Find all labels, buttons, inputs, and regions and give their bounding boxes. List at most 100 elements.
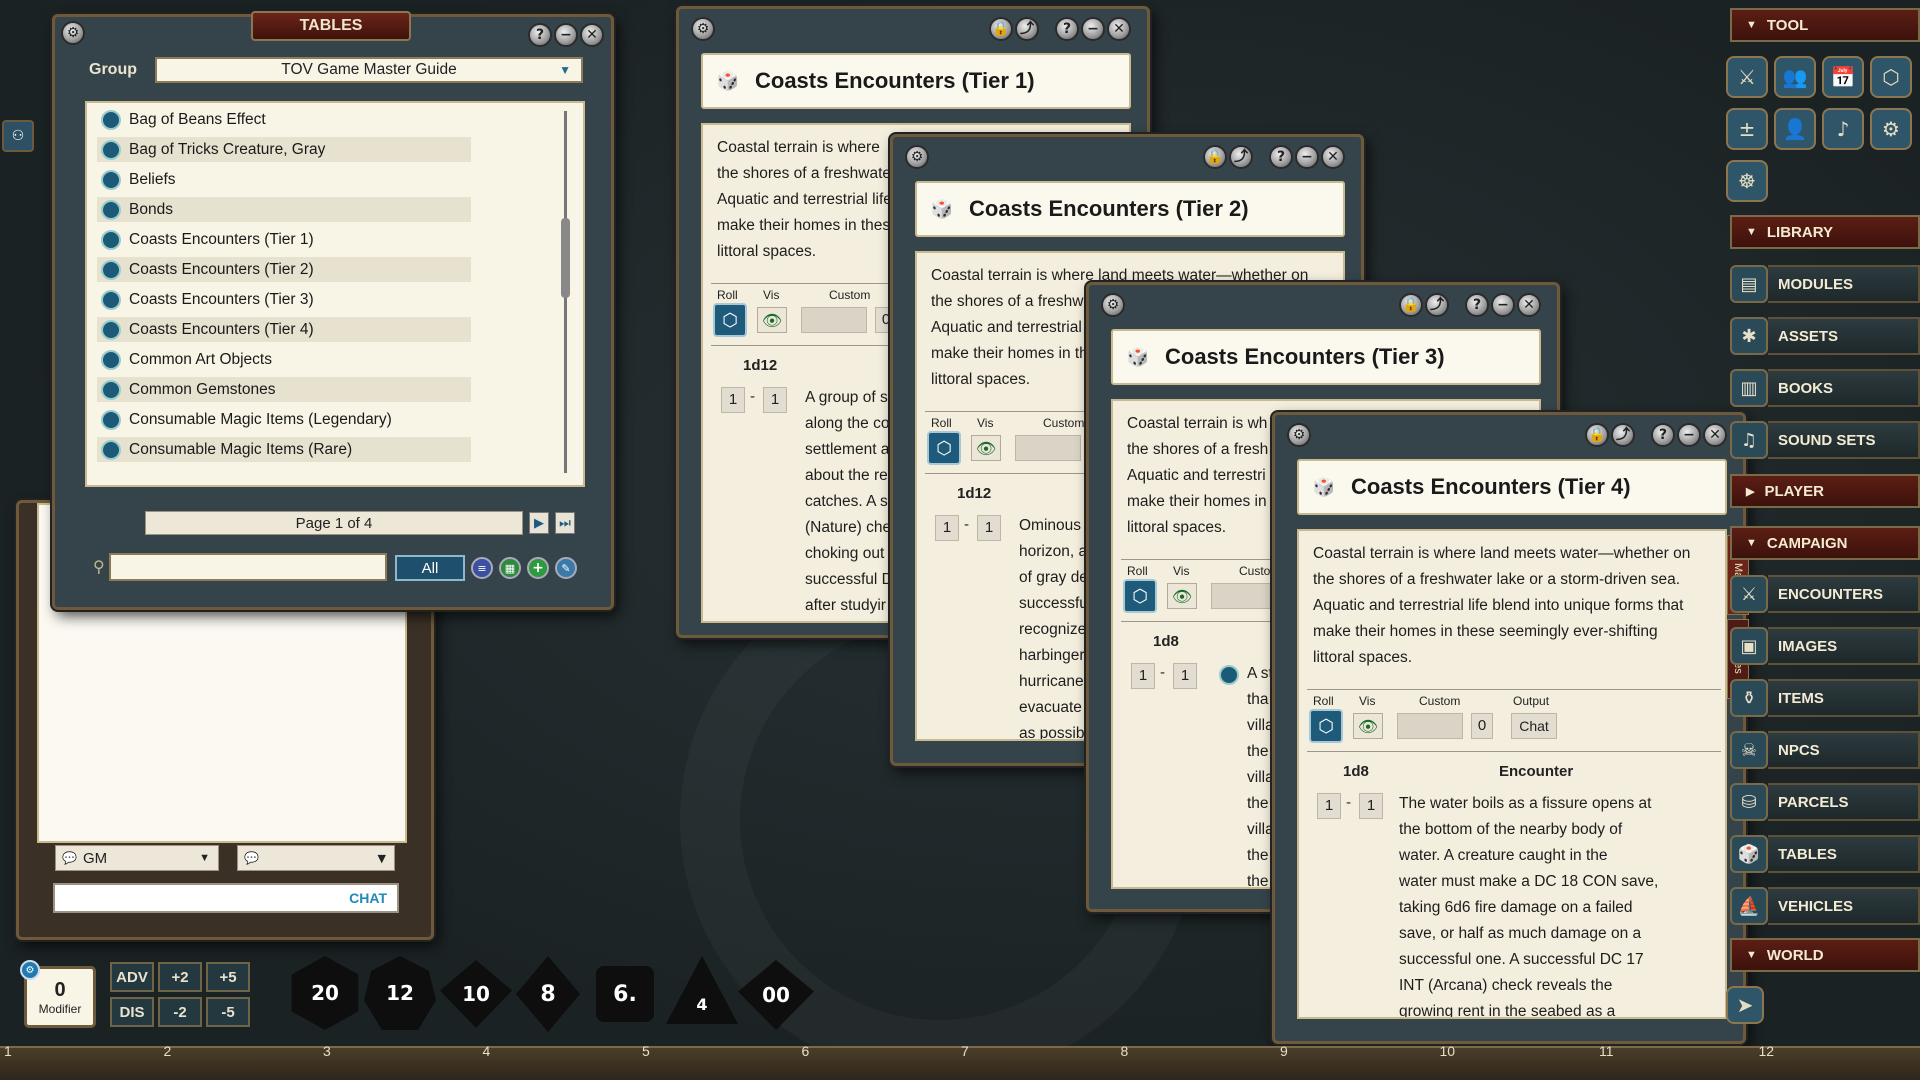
list-item[interactable]: Common Gemstones [97, 377, 471, 402]
list-item[interactable]: Bag of Tricks Creature, Gray [97, 137, 471, 162]
sidebar-item-modules[interactable]: ▤ MODULES [1730, 262, 1920, 306]
table-link-icon[interactable] [101, 139, 121, 160]
custom-shapes[interactable] [1015, 435, 1081, 461]
list-item[interactable]: Consumable Magic Items (Rare) [97, 437, 471, 462]
visibility-toggle[interactable]: 👁 [1167, 583, 1197, 609]
list-item[interactable]: Common Art Objects [97, 347, 471, 372]
next-page-button[interactable]: ▶ [529, 512, 549, 534]
table-link-icon[interactable] [101, 289, 121, 310]
range-from[interactable]: 1 [721, 387, 745, 413]
sidebar-item-images[interactable]: ▣ IMAGES [1730, 624, 1920, 668]
close-button[interactable]: ✕ [1107, 17, 1131, 41]
disadvantage-button[interactable]: DIS [110, 997, 154, 1027]
help-button[interactable]: ? [1055, 17, 1079, 41]
table-link-icon[interactable] [101, 109, 121, 130]
help-button[interactable]: ? [1465, 293, 1489, 317]
lock-icon[interactable]: 🔒 [1585, 423, 1609, 447]
combat-tracker-icon[interactable]: ⚔ [1726, 56, 1768, 98]
table-link-icon[interactable] [101, 379, 121, 400]
hotkey-number[interactable]: 11 [1599, 1043, 1614, 1059]
hotkey-number[interactable]: 2 [164, 1043, 172, 1059]
visibility-toggle[interactable]: 👁 [757, 307, 787, 333]
music-icon[interactable]: ♪ [1822, 108, 1864, 150]
minus-five-button[interactable]: -5 [206, 997, 250, 1027]
help-button[interactable]: ? [1269, 145, 1293, 169]
sidebar-player-header[interactable]: ▶ PLAYER [1730, 474, 1920, 508]
chat-input[interactable]: CHAT [53, 883, 399, 913]
sidebar-item-sound-sets[interactable]: ♫ SOUND SETS [1730, 418, 1920, 462]
identity-select[interactable]: 💬 GM ▼ [55, 845, 219, 871]
range-to[interactable]: 1 [1359, 793, 1383, 819]
help-button[interactable]: ? [528, 23, 552, 47]
hotkey-number[interactable]: 4 [483, 1043, 491, 1059]
table-link-icon[interactable] [101, 199, 121, 220]
add-icon[interactable]: + [527, 557, 549, 579]
sidebar-item-parcels[interactable]: ⛁ PARCELS [1730, 780, 1920, 824]
sidebar-item-assets[interactable]: ✱ ASSETS [1730, 314, 1920, 358]
list-item[interactable]: Consumable Magic Items (Legendary) [97, 407, 471, 432]
close-button[interactable]: ✕ [580, 23, 604, 47]
search-input[interactable] [109, 553, 387, 581]
visibility-toggle[interactable]: 👁 [971, 435, 1001, 461]
table-link-icon[interactable] [101, 409, 121, 430]
hotkey-number[interactable]: 10 [1440, 1043, 1456, 1059]
table-link-icon[interactable] [101, 439, 121, 460]
range-from[interactable]: 1 [1131, 663, 1155, 689]
share-icon[interactable]: ⤴ [1015, 17, 1039, 41]
share-icon[interactable]: ⤴ [1229, 145, 1253, 169]
sidebar-item-tables[interactable]: 🎲 TABLES [1730, 832, 1920, 876]
roll-button[interactable]: ⬡ [713, 303, 747, 337]
list-item[interactable]: Beliefs [97, 167, 471, 192]
sidebar-item-vehicles[interactable]: ⛵ VEHICLES [1730, 884, 1920, 928]
table-link-icon[interactable] [101, 229, 121, 250]
sidebar-library-header[interactable]: ▼ LIBRARY [1730, 215, 1920, 249]
hotkey-number[interactable]: 3 [323, 1043, 331, 1059]
custom-shapes[interactable] [801, 307, 867, 333]
d6-dice[interactable]: 6. [596, 966, 654, 1022]
minimize-button[interactable]: − [1491, 293, 1515, 317]
effects-icon[interactable]: ± [1726, 108, 1768, 150]
hotkey-number[interactable]: 5 [642, 1043, 650, 1059]
gear-icon[interactable]: ⚙ [1870, 108, 1912, 150]
list-item[interactable]: Coasts Encounters (Tier 3) [97, 287, 471, 312]
scrollbar-thumb[interactable] [561, 218, 570, 298]
sidebar-toggle-button[interactable]: ⚇ [2, 120, 34, 152]
table-link-icon[interactable] [101, 349, 121, 370]
minimize-button[interactable]: − [1677, 423, 1701, 447]
custom-value[interactable]: 0 [1471, 713, 1493, 739]
sidebar-tool-header[interactable]: ▼ TOOL [1730, 8, 1920, 42]
close-button[interactable]: ✕ [1703, 423, 1727, 447]
hotkey-number[interactable]: 6 [802, 1043, 810, 1059]
hotkey-number[interactable]: 7 [961, 1043, 969, 1059]
list-item[interactable]: Bag of Beans Effect [97, 107, 471, 132]
hotkey-number[interactable]: 9 [1280, 1043, 1288, 1059]
sidebar-campaign-header[interactable]: ▼ CAMPAIGN [1730, 526, 1920, 560]
group-select[interactable]: TOV Game Master Guide ▼ [155, 57, 583, 83]
range-to[interactable]: 1 [1173, 663, 1197, 689]
table-link-icon[interactable] [1219, 665, 1239, 685]
list-item[interactable]: Coasts Encounters (Tier 1) [97, 227, 471, 252]
range-to[interactable]: 1 [763, 387, 787, 413]
lock-icon[interactable]: 🔒 [1399, 293, 1423, 317]
minus-two-button[interactable]: -2 [158, 997, 202, 1027]
output-select[interactable]: Chat [1511, 713, 1557, 739]
roll-button[interactable]: ⬡ [1123, 579, 1157, 613]
sidebar-item-npcs[interactable]: ☠ NPCS [1730, 728, 1920, 772]
minimize-button[interactable]: − [554, 23, 578, 47]
list-item[interactable]: Coasts Encounters (Tier 4) [97, 317, 471, 342]
table-link-icon[interactable] [101, 259, 121, 280]
grid-view-icon[interactable]: ▦ [499, 557, 521, 579]
list-item[interactable]: Coasts Encounters (Tier 2) [97, 257, 471, 282]
close-button[interactable]: ✕ [1517, 293, 1541, 317]
sidebar-item-items[interactable]: ⚱ ITEMS [1730, 676, 1920, 720]
minimize-button[interactable]: − [1295, 145, 1319, 169]
share-icon[interactable]: ⤴ [1425, 293, 1449, 317]
hotkey-number[interactable]: 8 [1121, 1043, 1129, 1059]
calendar-icon[interactable]: 📅 [1822, 56, 1864, 98]
lock-icon[interactable]: 🔒 [1203, 145, 1227, 169]
sidebar-world-header[interactable]: ▼ WORLD [1730, 938, 1920, 972]
plus-two-button[interactable]: +2 [158, 962, 202, 992]
language-select[interactable]: 💬 ▼ [237, 845, 395, 871]
filter-all-button[interactable]: All [395, 555, 465, 581]
edit-icon[interactable]: ✎ [555, 557, 577, 579]
